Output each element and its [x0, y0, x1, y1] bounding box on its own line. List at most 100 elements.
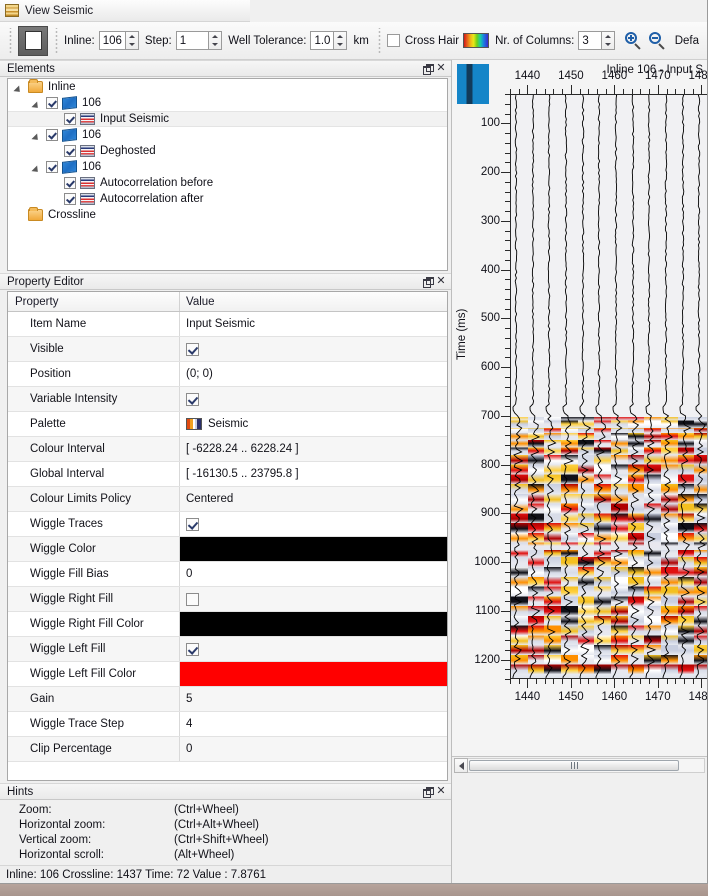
property-checkbox[interactable] — [186, 392, 199, 406]
property-row[interactable]: Wiggle Color — [8, 537, 447, 562]
tree-item-autocorrelation-after[interactable]: Autocorrelation after — [8, 191, 447, 207]
property-row[interactable]: Global Interval[ -16130.5 .. 23795.8 ] — [8, 462, 447, 487]
tree-item-autocorrelation-before[interactable]: Autocorrelation before — [8, 175, 447, 191]
color-swatch[interactable] — [180, 662, 447, 686]
close-icon[interactable]: ✕ — [434, 785, 448, 799]
scrollbar-thumb[interactable] — [469, 760, 679, 771]
toolbar-grip[interactable] — [376, 27, 383, 54]
property-row[interactable]: Palette Seismic — [8, 412, 447, 437]
tree-item-inline[interactable]: Inline — [8, 79, 447, 95]
property-row[interactable]: Visible — [8, 337, 447, 362]
property-value[interactable]: [ -16130.5 .. 23795.8 ] — [180, 462, 447, 486]
elements-tree[interactable]: Inline 106 Input Seismic 106 Deghosted 106 Aut… — [7, 78, 448, 271]
property-checkbox[interactable] — [186, 517, 199, 531]
property-row[interactable]: Clip Percentage 0 — [8, 737, 447, 762]
property-value[interactable] — [180, 512, 447, 536]
undock-icon[interactable] — [420, 785, 434, 799]
x-tick-major — [527, 85, 529, 94]
property-row[interactable]: Variable Intensity — [8, 387, 447, 412]
close-icon[interactable]: ✕ — [434, 62, 448, 76]
rainbow-palette-icon[interactable] — [463, 33, 490, 48]
property-value[interactable]: Input Seismic — [180, 312, 447, 336]
horizontal-scrollbar[interactable] — [452, 757, 707, 774]
tree-item-deghosted[interactable]: Deghosted — [8, 143, 447, 159]
tree-checkbox[interactable] — [64, 145, 76, 157]
property-row[interactable]: Wiggle Right Fill Color — [8, 612, 447, 637]
property-row[interactable]: Wiggle Trace Step 4 — [8, 712, 447, 737]
property-value[interactable]: 5 — [180, 687, 447, 711]
zoom-out-icon[interactable] — [647, 31, 667, 51]
property-value[interactable] — [180, 337, 447, 361]
property-row[interactable]: Wiggle Left Fill — [8, 637, 447, 662]
property-value[interactable] — [180, 612, 447, 636]
inline-stepper[interactable] — [125, 31, 139, 50]
cross-hair-checkbox[interactable] — [386, 34, 400, 47]
property-value[interactable]: Seismic — [180, 412, 447, 436]
well-tolerance-input[interactable]: 1.0 — [310, 31, 335, 50]
property-value[interactable]: (0; 0) — [180, 362, 447, 386]
step-input[interactable]: 1 — [175, 31, 210, 50]
tree-checkbox[interactable] — [64, 177, 76, 189]
tree-item-106[interactable]: 106 — [8, 127, 447, 143]
default-button-label[interactable]: Defa — [675, 35, 699, 47]
property-row[interactable]: Wiggle Traces — [8, 512, 447, 537]
tree-checkbox[interactable] — [46, 161, 58, 173]
tree-checkbox[interactable] — [64, 193, 76, 205]
property-row[interactable]: Wiggle Fill Bias 0 — [8, 562, 447, 587]
tree-item-106[interactable]: 106 — [8, 95, 447, 111]
step-stepper[interactable] — [209, 31, 223, 50]
y-tick-minor — [505, 357, 510, 359]
property-value[interactable] — [180, 637, 447, 661]
property-value[interactable]: 0 — [180, 562, 447, 586]
property-editor-title-bar: Property Editor ✕ — [0, 273, 451, 290]
well-tolerance-stepper[interactable] — [334, 31, 348, 50]
color-button[interactable] — [18, 25, 48, 56]
scroll-left-arrow-icon[interactable] — [454, 758, 468, 773]
toolbar-grip[interactable] — [54, 27, 60, 54]
property-value[interactable] — [180, 587, 447, 611]
property-row[interactable]: Wiggle Left Fill Color — [8, 662, 447, 687]
seismic-canvas[interactable] — [510, 94, 707, 679]
zoom-in-icon[interactable] — [623, 31, 643, 51]
expand-arrow-icon[interactable] — [32, 130, 43, 141]
property-value[interactable]: Centered — [180, 487, 447, 511]
undock-icon[interactable] — [420, 275, 434, 289]
columns-input[interactable]: 3 — [578, 31, 602, 50]
property-row[interactable]: Wiggle Right Fill — [8, 587, 447, 612]
property-value[interactable]: 0 — [180, 737, 447, 761]
seismic-plot-area[interactable]: Time (ms) 100 200 300 400 500 600 700 800 900 100… — [452, 60, 707, 756]
property-row[interactable]: Position (0; 0) — [8, 362, 447, 387]
tree-checkbox[interactable] — [46, 129, 58, 141]
property-checkbox[interactable] — [186, 592, 199, 606]
property-value[interactable] — [180, 387, 447, 411]
tree-item-crossline[interactable]: Crossline — [8, 207, 447, 223]
property-value[interactable]: 4 — [180, 712, 447, 736]
property-row[interactable]: Colour Limits Policy Centered — [8, 487, 447, 512]
property-value[interactable] — [180, 537, 447, 561]
scrollbar-track[interactable] — [468, 758, 705, 773]
columns-stepper[interactable] — [601, 31, 615, 50]
close-icon[interactable]: ✕ — [434, 275, 448, 289]
expand-arrow-icon[interactable] — [32, 162, 43, 173]
tree-checkbox[interactable] — [64, 113, 76, 125]
expand-arrow-icon[interactable] — [14, 82, 25, 93]
expand-arrow-icon[interactable] — [32, 98, 43, 109]
property-row[interactable]: Gain 5 — [8, 687, 447, 712]
property-value[interactable] — [180, 662, 447, 686]
seismic-trace — [627, 95, 645, 678]
tree-checkbox[interactable] — [46, 97, 58, 109]
property-row[interactable]: Colour Interval[ -6228.24 .. 6228.24 ] — [8, 437, 447, 462]
property-value[interactable]: [ -6228.24 .. 6228.24 ] — [180, 437, 447, 461]
property-checkbox[interactable] — [186, 342, 199, 356]
color-swatch[interactable] — [180, 537, 447, 561]
x-tick-minor — [510, 89, 511, 94]
property-checkbox[interactable] — [186, 642, 199, 656]
toolbar-grip[interactable] — [8, 27, 14, 54]
seismic-plot-panel[interactable]: Inline 106 - Input S Time (ms) 100 200 300… — [452, 60, 707, 756]
tree-item-106[interactable]: 106 — [8, 159, 447, 175]
inline-input[interactable]: 106 — [98, 31, 126, 50]
property-row[interactable]: Item Name Input Seismic — [8, 312, 447, 337]
tree-item-input-seismic[interactable]: Input Seismic — [8, 111, 447, 127]
color-swatch[interactable] — [180, 612, 447, 636]
undock-icon[interactable] — [420, 62, 434, 76]
